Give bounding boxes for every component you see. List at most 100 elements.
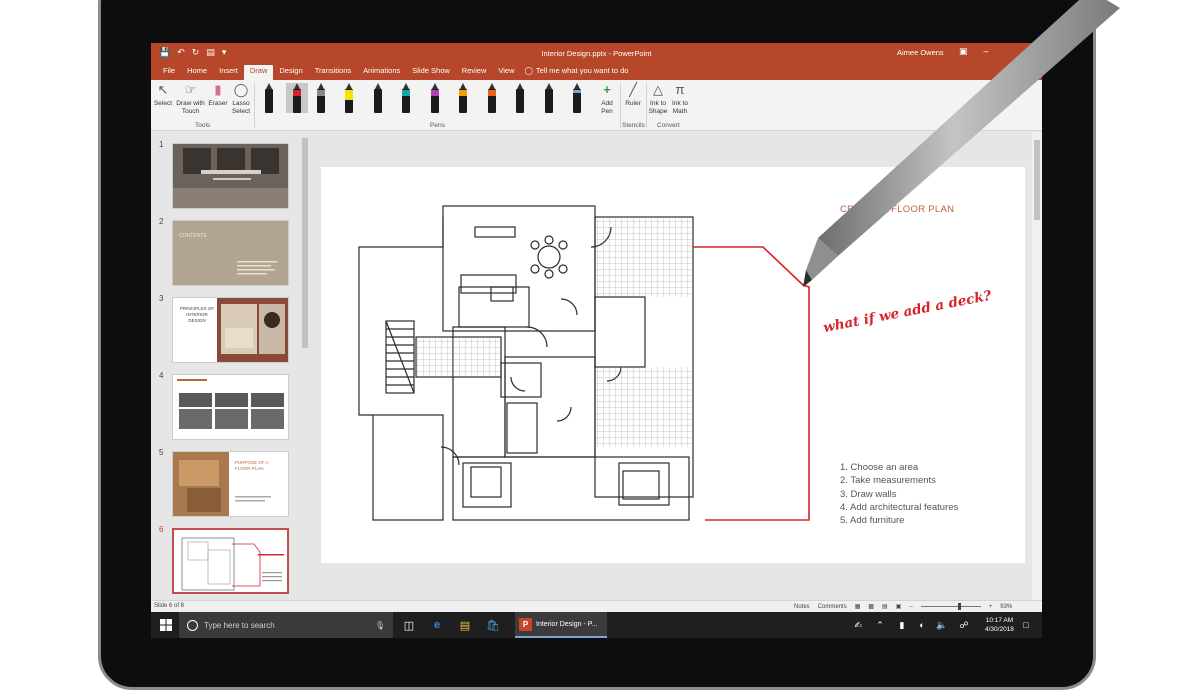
ruler-button[interactable]: ╱ Ruler (621, 80, 645, 108)
slide-2-preview (237, 261, 277, 275)
file-explorer-icon[interactable]: ▤ (455, 612, 475, 638)
status-bar: Slide 6 of 8 Notes Comments ▦ ▩ ▤ ▣ – + … (151, 600, 1042, 612)
network-icon[interactable]: ☍ (957, 612, 971, 638)
zoom-level[interactable]: 93% (1000, 604, 1012, 610)
tab-view[interactable]: View (492, 65, 520, 80)
microphone-icon[interactable]: 🎙 (375, 621, 385, 630)
pen-11[interactable] (543, 83, 555, 113)
powerpoint-task-label: Interior Design - P... (536, 620, 598, 628)
slide-scrollbar[interactable] (1032, 132, 1042, 600)
slide-title: CREATE A FLOOR PLAN (840, 204, 955, 215)
ink-to-shape-button[interactable]: △ Ink to Shape (647, 80, 669, 116)
thumbnail-slide-2[interactable]: 2 CONTENTS (151, 217, 311, 287)
normal-view-icon[interactable]: ▦ (855, 603, 861, 610)
windows-taskbar: Type here to search 🎙 ◫ e ▤ 🛍 P Interior… (151, 612, 1042, 638)
zoom-out-icon[interactable]: – (909, 604, 912, 610)
thumbnail-slide-5[interactable]: 5 PURPOSE OF A FLOOR PLAN (151, 448, 311, 518)
comments-button[interactable]: Comments (818, 604, 847, 610)
thumbnail-slide-1[interactable]: 1 (151, 140, 311, 210)
battery-icon[interactable]: ▮ (895, 612, 909, 638)
volume-icon[interactable]: 🔈 (935, 612, 949, 638)
user-name[interactable]: Aimee Owens (897, 48, 944, 57)
ribbon: ↖ Select ☞ Draw with Touch ▮ Eraser ◯ La… (151, 80, 1042, 131)
touch-hand-icon: ☞ (184, 82, 197, 97)
slide-thumbnails-pane: 1 2 CONTENTS 3 PRINCIPLES OF INTERIOR DE… (151, 132, 311, 600)
slide-4-preview (177, 379, 284, 429)
ink-to-math-button[interactable]: π Ink to Math (669, 80, 691, 116)
group-label-stencils: Stencils (622, 122, 645, 129)
pen-workspace-icon[interactable]: ✍ (851, 612, 865, 638)
start-button[interactable] (155, 612, 177, 638)
slide-6-preview (181, 537, 284, 591)
pen-3[interactable] (315, 83, 327, 113)
tell-me-box[interactable]: ◯ Tell me what you want to do (521, 65, 635, 80)
thumbnail-slide-4[interactable]: 4 (151, 371, 311, 441)
pen-5[interactable] (372, 83, 384, 113)
reading-view-icon[interactable]: ▤ (882, 603, 888, 610)
minimize-icon[interactable]: – (984, 46, 989, 57)
lightbulb-icon: ◯ (524, 66, 533, 75)
pens-gallery (255, 80, 593, 120)
pen-yellow-orange[interactable] (457, 83, 469, 113)
plus-icon: + (603, 82, 611, 97)
tab-review[interactable]: Review (456, 65, 493, 80)
tab-file[interactable]: File (157, 65, 181, 80)
tab-animations[interactable]: Animations (357, 65, 406, 80)
thumbnail-slide-6[interactable]: 6 (151, 525, 311, 595)
powerpoint-task[interactable]: P Interior Design - P... (515, 612, 607, 638)
tab-insert[interactable]: Insert (213, 65, 244, 80)
slide-5-heading: PURPOSE OF A FLOOR PLAN (235, 460, 269, 471)
pen-10[interactable] (514, 83, 526, 113)
search-placeholder: Type here to search (204, 620, 275, 630)
edge-icon[interactable]: e (427, 612, 447, 638)
tab-design[interactable]: Design (273, 65, 308, 80)
lasso-select-button[interactable]: ◯ Lasso Select (230, 80, 252, 116)
list-item: 5. Add furniture (840, 515, 905, 527)
tab-slide-show[interactable]: Slide Show (406, 65, 456, 80)
select-arrow-icon: ↖ (157, 82, 169, 97)
slide-counter: Slide 6 of 8 (154, 603, 185, 609)
ribbon-display-icon[interactable]: ▣ (959, 46, 968, 57)
pen-orange[interactable] (486, 83, 498, 113)
pen-12[interactable] (571, 83, 583, 113)
select-button[interactable]: ↖ Select (153, 80, 173, 108)
slideshow-icon[interactable]: ▣ (896, 603, 902, 610)
slide-sorter-icon[interactable]: ▩ (868, 603, 874, 610)
action-center-icon[interactable]: □ (1019, 612, 1033, 638)
group-label-tools: Tools (195, 122, 211, 129)
pen-1[interactable] (263, 83, 275, 113)
powerpoint-icon: P (519, 617, 532, 631)
tab-draw[interactable]: Draw (243, 65, 274, 80)
list-item: 3. Draw walls (840, 488, 897, 500)
show-hidden-icons-icon[interactable]: ⌃ (873, 612, 887, 638)
ribbon-tabs: File Home Insert Draw Design Transitions… (151, 63, 1042, 80)
title-bar: 💾 ↶ ↻ ▤ ▾ Interior Design.pptx - PowerPo… (151, 43, 1042, 63)
tab-home[interactable]: Home (181, 65, 213, 80)
eraser-button[interactable]: ▮ Eraser (207, 80, 229, 108)
zoom-in-icon[interactable]: + (989, 604, 993, 610)
wifi-icon[interactable]: ◐ (915, 612, 929, 638)
current-slide[interactable]: CREATE A FLOOR PLAN what if we add a dec… (321, 167, 1025, 563)
tell-me-text: Tell me what you want to do (535, 66, 629, 75)
list-item: 4. Add architectural features (840, 501, 959, 513)
taskbar-clock[interactable]: 10:17 AM 4/30/2018 (985, 616, 1014, 634)
draw-with-touch-button[interactable]: ☞ Draw with Touch (174, 80, 207, 116)
highlighter-yellow[interactable] (343, 83, 355, 113)
slide-edit-area: CREATE A FLOOR PLAN what if we add a dec… (312, 132, 1032, 600)
thumbnails-scrollbar[interactable] (301, 132, 309, 600)
task-view-icon[interactable]: ◫ (399, 612, 419, 638)
pen-2[interactable] (286, 83, 308, 113)
pen-purple[interactable] (429, 83, 441, 113)
notes-button[interactable]: Notes (794, 604, 810, 610)
zoom-slider[interactable] (920, 603, 981, 610)
pi-icon: π (675, 82, 685, 97)
eraser-icon: ▮ (214, 82, 222, 97)
thumbnail-slide-3[interactable]: 3 PRINCIPLES OF INTERIOR DESIGN (151, 294, 311, 364)
lasso-icon: ◯ (233, 82, 249, 97)
store-icon[interactable]: 🛍 (483, 612, 503, 638)
taskbar-search[interactable]: Type here to search 🎙 (179, 612, 393, 638)
tab-transitions[interactable]: Transitions (309, 65, 357, 80)
pen-teal[interactable] (400, 83, 412, 113)
status-right: Notes Comments ▦ ▩ ▤ ▣ – + 93% (794, 603, 1012, 610)
add-pen-button[interactable]: + Add Pen (595, 80, 619, 116)
